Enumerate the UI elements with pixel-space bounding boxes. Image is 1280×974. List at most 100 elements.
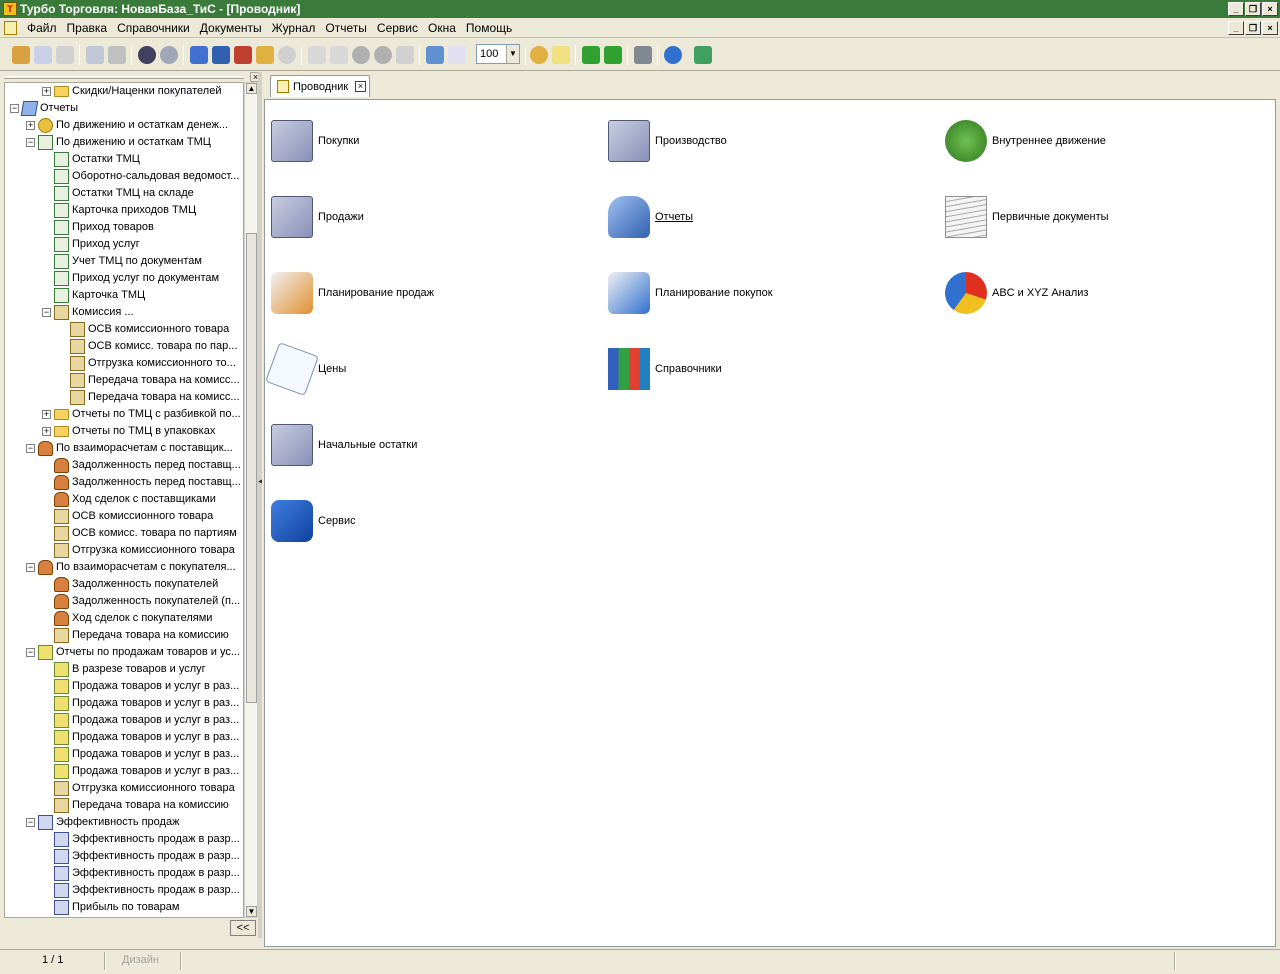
explorer-item-label[interactable]: Справочники xyxy=(655,363,722,375)
coins-icon[interactable] xyxy=(530,46,548,64)
minimize-button[interactable]: _ xyxy=(1228,2,1244,16)
explorer-item[interactable]: Отчеты xyxy=(605,190,905,246)
tree-item[interactable]: ОСВ комисс. товара по партиям xyxy=(5,525,243,542)
scroll-down-arrow[interactable]: ▼ xyxy=(246,906,257,917)
collapse-icon[interactable]: − xyxy=(26,563,35,572)
tree-item[interactable]: − По движению и остаткам ТМЦ xyxy=(5,134,243,151)
explorer-item-label[interactable]: Покупки xyxy=(318,135,359,147)
tree-item[interactable]: Отгрузка комиссионного товара xyxy=(5,542,243,559)
calculator-icon[interactable] xyxy=(426,46,444,64)
explorer-item[interactable]: ABC и XYZ Анализ xyxy=(942,266,1242,322)
tree-item[interactable]: Остатки ТМЦ на складе xyxy=(5,185,243,202)
help-icon[interactable] xyxy=(664,46,682,64)
explorer-item-label[interactable]: Начальные остатки xyxy=(318,439,417,451)
copy-icon[interactable] xyxy=(34,46,52,64)
tree-item[interactable]: − По взаиморасчетам с поставщик... xyxy=(5,440,243,457)
tree-item[interactable]: − Эффективность продаж xyxy=(5,814,243,831)
folder-edit-icon[interactable] xyxy=(256,46,274,64)
print-preview-icon[interactable] xyxy=(86,46,104,64)
explorer-item-label[interactable]: Сервис xyxy=(318,515,356,527)
tree-item[interactable]: Приход товаров xyxy=(5,219,243,236)
cancel-icon[interactable] xyxy=(374,46,392,64)
tree-item[interactable]: Эффективность продаж в разр... xyxy=(5,882,243,899)
tree-item[interactable]: Прибыль по товарам xyxy=(5,899,243,916)
calendar-icon[interactable] xyxy=(448,46,466,64)
menu-item[interactable]: Справочники xyxy=(112,18,195,38)
paste-icon[interactable] xyxy=(56,46,74,64)
tree-item[interactable]: Эффективность продаж в разр... xyxy=(5,831,243,848)
tree-item[interactable]: Карточка приходов ТМЦ xyxy=(5,202,243,219)
expand-icon[interactable]: + xyxy=(42,87,51,96)
new-document-icon[interactable] xyxy=(308,46,326,64)
collapse-sidebar-button[interactable]: << xyxy=(230,920,256,936)
scrollbar-thumb[interactable] xyxy=(246,233,257,703)
exit-icon[interactable] xyxy=(694,46,712,64)
print-icon[interactable] xyxy=(108,46,126,64)
child-restore-button[interactable]: ❐ xyxy=(1245,21,1261,35)
tree-item[interactable]: + Отчеты по ТМЦ с разбивкой по... xyxy=(5,406,243,423)
menu-item[interactable]: Файл xyxy=(22,18,62,38)
collapse-icon[interactable]: − xyxy=(10,104,19,113)
explorer-item[interactable]: Первичные документы xyxy=(942,190,1242,246)
tree-item[interactable]: Задолженность покупателей (п... xyxy=(5,593,243,610)
duplicate-icon[interactable] xyxy=(330,46,348,64)
tree-item[interactable]: Продажа товаров и услуг в раз... xyxy=(5,729,243,746)
tree-item[interactable]: + По движению и остаткам денеж... xyxy=(5,117,243,134)
tree-item[interactable]: − Отчеты xyxy=(5,100,243,117)
tree-item[interactable]: − Комиссия ... xyxy=(5,304,243,321)
tree-item[interactable]: Передача товара на комисс... xyxy=(5,372,243,389)
tree-item[interactable]: + Отчеты по ТМЦ в упаковках xyxy=(5,423,243,440)
chart-icon[interactable] xyxy=(190,46,208,64)
tree-item[interactable]: − По взаиморасчетам с покупателя... xyxy=(5,559,243,576)
tree-item[interactable]: Передача товара на комисс... xyxy=(5,389,243,406)
arrow-left-icon[interactable] xyxy=(582,46,600,64)
explorer-item-label[interactable]: Производство xyxy=(655,135,727,147)
menu-item[interactable]: Сервис xyxy=(372,18,423,38)
production-cabinet-icon[interactable] xyxy=(608,120,650,162)
explorer-item-label[interactable]: Внутреннее движение xyxy=(992,135,1106,147)
tree-item[interactable]: Карточка ТМЦ xyxy=(5,287,243,304)
menu-item[interactable]: Отчеты xyxy=(320,18,371,38)
abc-xyz-chart-icon[interactable] xyxy=(945,272,987,314)
tree-item[interactable]: Эффективность продаж в разр... xyxy=(5,865,243,882)
tree-item[interactable]: Задолженность перед поставщ... xyxy=(5,474,243,491)
fax-icon[interactable] xyxy=(634,46,652,64)
tree-item[interactable]: Задолженность перед поставщ... xyxy=(5,457,243,474)
tree-item[interactable]: Отгрузка комиссионного то... xyxy=(5,355,243,372)
menu-item[interactable]: Помощь xyxy=(461,18,517,38)
documents-stack-icon[interactable] xyxy=(945,196,987,238)
explorer-item[interactable]: Начальные остатки xyxy=(268,418,568,474)
tree-item[interactable]: Эффективность продаж в разр... xyxy=(5,848,243,865)
menu-item[interactable]: Журнал xyxy=(267,18,321,38)
collapse-icon[interactable]: − xyxy=(26,818,35,827)
explorer-item[interactable]: Внутреннее движение xyxy=(942,114,1242,170)
explorer-item[interactable]: Производство xyxy=(605,114,905,170)
tree-item[interactable]: Приход услуг по документам xyxy=(5,270,243,287)
arrow-right-icon[interactable] xyxy=(604,46,622,64)
tree-item[interactable]: Продажа товаров и услуг в раз... xyxy=(5,746,243,763)
tree-item[interactable]: Приход услуг xyxy=(5,236,243,253)
sales-cabinet-icon[interactable] xyxy=(271,196,313,238)
reports-book-icon[interactable] xyxy=(608,196,650,238)
collapse-icon[interactable]: − xyxy=(42,308,51,317)
child-minimize-button[interactable]: _ xyxy=(1228,21,1244,35)
notes-icon[interactable] xyxy=(552,46,570,64)
explorer-item[interactable]: Цены xyxy=(265,342,568,398)
tree-item[interactable]: Ход сделок с покупателями xyxy=(5,610,243,627)
explorer-item[interactable]: Справочники xyxy=(605,342,905,398)
opening-balance-cabinet-icon[interactable] xyxy=(271,424,313,466)
tree-item[interactable]: Продажа товаров и услуг в раз... xyxy=(5,695,243,712)
tree-item[interactable]: Продажа товаров и услуг в раз... xyxy=(5,678,243,695)
explorer-item[interactable]: Продажи xyxy=(268,190,568,246)
expand-icon[interactable]: + xyxy=(42,410,51,419)
tree-scrollbar[interactable]: ▲ ▼ xyxy=(244,82,258,918)
explorer-item[interactable]: Покупки xyxy=(268,114,568,170)
expand-icon[interactable]: + xyxy=(26,121,35,130)
explorer-item[interactable]: Планирование покупок xyxy=(605,266,905,322)
tree-item[interactable]: Ход сделок с поставщиками xyxy=(5,491,243,508)
tree-item[interactable]: Продажа товаров и услуг в раз... xyxy=(5,763,243,780)
price-tag-icon[interactable] xyxy=(265,342,319,396)
tree-item[interactable]: Задолженность покупателей xyxy=(5,576,243,593)
collapse-icon[interactable]: − xyxy=(26,138,35,147)
book-icon[interactable] xyxy=(212,46,230,64)
